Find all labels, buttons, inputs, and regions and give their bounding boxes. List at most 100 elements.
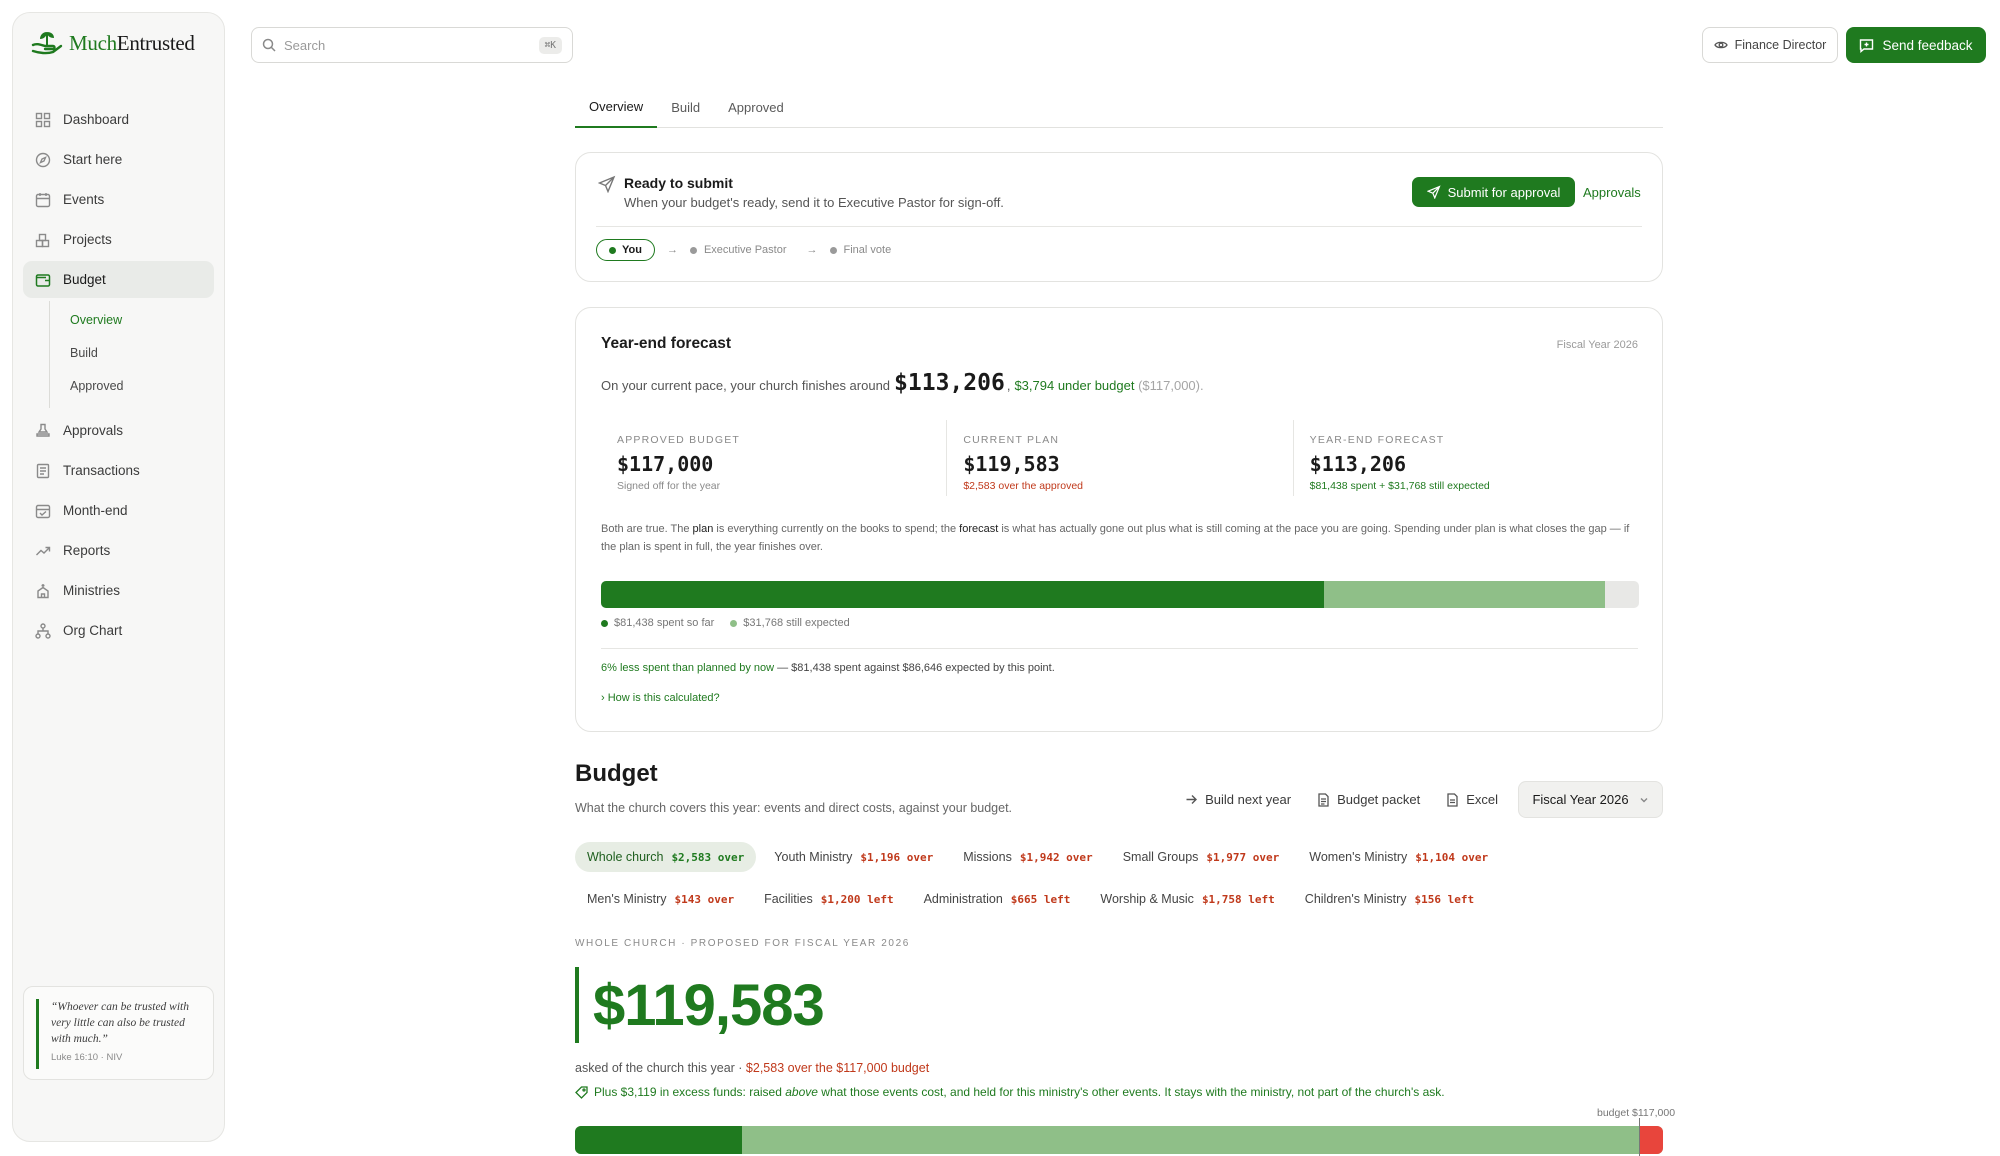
tag-icon bbox=[575, 1085, 588, 1099]
search-placeholder: Search bbox=[284, 37, 326, 53]
forecast-explanation: Both are true. The plan is everything cu… bbox=[601, 523, 1630, 553]
sidebar-item-start-here[interactable]: Start here bbox=[23, 141, 214, 178]
sidebar-item-budget[interactable]: Budget bbox=[23, 261, 214, 298]
metric-year-end-forecast: YEAR-END FORECAST $113,206 $81,438 spent… bbox=[1292, 420, 1639, 496]
sidebar-item-dashboard[interactable]: Dashboard bbox=[23, 101, 214, 138]
role-button[interactable]: Finance Director bbox=[1702, 27, 1838, 63]
asked-note: asked of the church this year · $2,583 o… bbox=[575, 1061, 930, 1075]
sidebar-item-transactions[interactable]: Transactions bbox=[23, 452, 214, 489]
chip-amount: $143 over bbox=[674, 892, 735, 906]
chip-amount: $1,977 over bbox=[1206, 850, 1280, 864]
chip-worship-music[interactable]: Worship & Music $1,758 left bbox=[1088, 884, 1286, 914]
chip-amount: $665 left bbox=[1010, 892, 1071, 906]
search-input[interactable]: Search ⌘K bbox=[251, 27, 573, 63]
send-feedback-button[interactable]: Send feedback bbox=[1846, 27, 1986, 63]
sidebar-item-org-chart[interactable]: Org Chart bbox=[23, 612, 214, 649]
sidebar-item-approvals[interactable]: Approvals bbox=[23, 412, 214, 449]
sidebar-item-events[interactable]: Events bbox=[23, 181, 214, 218]
sidebar-item-label: Events bbox=[63, 192, 105, 207]
page-tabs: Overview Build Approved bbox=[575, 86, 1663, 128]
grid-icon bbox=[35, 112, 51, 127]
submit-title: Ready to submit bbox=[624, 175, 733, 191]
chip-men-s-ministry[interactable]: Men's Ministry $143 over bbox=[575, 884, 746, 914]
trend-icon bbox=[36, 546, 51, 555]
forecast-amount: $113,206 bbox=[894, 370, 1005, 396]
chip-label: Facilities bbox=[764, 892, 813, 906]
search-icon bbox=[262, 38, 276, 52]
org-icon bbox=[35, 622, 51, 639]
budget-marker-label: budget $117,000 bbox=[1597, 1107, 1676, 1119]
sidebar-item-label: Projects bbox=[63, 232, 112, 247]
chip-amount: $156 left bbox=[1414, 892, 1475, 906]
wallet-icon bbox=[35, 273, 51, 287]
bar-spent bbox=[601, 581, 1324, 608]
sidebar-item-month-end[interactable]: Month-end bbox=[23, 492, 214, 529]
chip-women-s-ministry[interactable]: Women's Ministry $1,104 over bbox=[1297, 842, 1500, 872]
submit-card: Ready to submit When your budget's ready… bbox=[575, 152, 1663, 282]
step-you: You bbox=[596, 239, 655, 261]
sprout-hand-icon bbox=[31, 29, 63, 57]
excel-button[interactable]: Excel bbox=[1440, 792, 1504, 807]
quote-text: “Whoever can be trusted with very little… bbox=[51, 1001, 189, 1045]
submit-for-approval-button[interactable]: Submit for approval bbox=[1412, 177, 1575, 207]
search-shortcut: ⌘K bbox=[538, 36, 562, 54]
budget-packet-button[interactable]: Budget packet bbox=[1311, 792, 1426, 807]
approval-steps: You → Executive Pastor → Final vote bbox=[596, 239, 891, 261]
budget-actions: Build next year Budget packet Excel Fisc… bbox=[1179, 781, 1663, 818]
legend-spent: $81,438 spent so far bbox=[601, 617, 714, 629]
sidebar-item-reports[interactable]: Reports bbox=[23, 532, 214, 569]
eye-icon bbox=[1713, 41, 1728, 49]
sidebar-item-label: Start here bbox=[63, 152, 123, 167]
chip-children-s-ministry[interactable]: Children's Ministry $156 left bbox=[1293, 884, 1486, 914]
budget-subnav: Overview Build Approved bbox=[49, 301, 214, 408]
bar-expected bbox=[1323, 581, 1606, 608]
subnav-approved[interactable]: Approved bbox=[50, 369, 214, 402]
receipt-icon bbox=[36, 463, 50, 478]
excess-funds-note: Plus $3,119 in excess funds: raised abov… bbox=[575, 1085, 1445, 1099]
forecast-metrics: APPROVED BUDGET $117,000 Signed off for … bbox=[601, 420, 1639, 496]
send-icon bbox=[598, 175, 616, 193]
step-executive-pastor: Executive Pastor bbox=[689, 244, 787, 256]
brand-name: MuchEntrusted bbox=[69, 30, 195, 55]
chip-administration[interactable]: Administration $665 left bbox=[912, 884, 1083, 914]
tab-approved[interactable]: Approved bbox=[714, 86, 798, 128]
sidebar-item-projects[interactable]: Projects bbox=[23, 221, 214, 258]
approvals-link[interactable]: Approvals bbox=[1583, 177, 1641, 207]
fiscal-year-select[interactable]: Fiscal Year 2026 bbox=[1518, 781, 1663, 818]
sidebar-item-label: Budget bbox=[63, 272, 106, 287]
stamp-icon bbox=[36, 423, 50, 437]
message-plus-icon bbox=[1860, 38, 1874, 53]
sidebar-item-ministries[interactable]: Ministries bbox=[23, 572, 214, 609]
brand-logo[interactable]: MuchEntrusted bbox=[31, 29, 195, 57]
sidebar-item-label: Approvals bbox=[63, 423, 124, 438]
how-calculated-toggle[interactable]: › How is this calculated? bbox=[601, 692, 720, 704]
chevron-down-icon bbox=[1640, 797, 1648, 802]
chip-label: Youth Ministry bbox=[774, 850, 853, 864]
church-icon bbox=[37, 583, 49, 598]
metric-approved-budget: APPROVED BUDGET $117,000 Signed off for … bbox=[617, 434, 741, 492]
role-label: Finance Director bbox=[1734, 38, 1827, 52]
forecast-fiscal-year: Fiscal Year 2026 bbox=[1556, 339, 1638, 351]
chip-youth-ministry[interactable]: Youth Ministry $1,196 over bbox=[762, 842, 945, 872]
calendar-check-icon bbox=[35, 504, 51, 518]
chip-missions[interactable]: Missions $1,942 over bbox=[951, 842, 1104, 872]
forecast-progress-bar bbox=[601, 581, 1639, 608]
build-next-year-button[interactable]: Build next year bbox=[1179, 792, 1297, 807]
metric-current-plan: CURRENT PLAN $119,583 $2,583 over the ap… bbox=[946, 420, 1292, 496]
blocks-icon bbox=[35, 233, 50, 247]
chip-facilities[interactable]: Facilities $1,200 left bbox=[752, 884, 905, 914]
subnav-overview[interactable]: Overview bbox=[50, 303, 214, 336]
chip-label: Missions bbox=[963, 850, 1012, 864]
chip-whole-church[interactable]: Whole church $2,583 over bbox=[575, 842, 757, 872]
section-label: WHOLE CHURCH · PROPOSED FOR FISCAL YEAR … bbox=[575, 938, 910, 949]
sidebar-item-label: Reports bbox=[63, 543, 111, 558]
proposed-amount: $119,583 bbox=[593, 972, 825, 1038]
chip-amount: $1,200 left bbox=[820, 892, 894, 906]
sidebar-nav: Dashboard Start here Events Projects Bud… bbox=[23, 101, 214, 652]
submit-subtitle: When your budget's ready, send it to Exe… bbox=[624, 195, 1004, 210]
budget-marker bbox=[1639, 1118, 1641, 1156]
tab-overview[interactable]: Overview bbox=[575, 86, 658, 128]
subnav-build[interactable]: Build bbox=[50, 336, 214, 369]
chip-small-groups[interactable]: Small Groups $1,977 over bbox=[1111, 842, 1292, 872]
tab-build[interactable]: Build bbox=[657, 86, 714, 128]
